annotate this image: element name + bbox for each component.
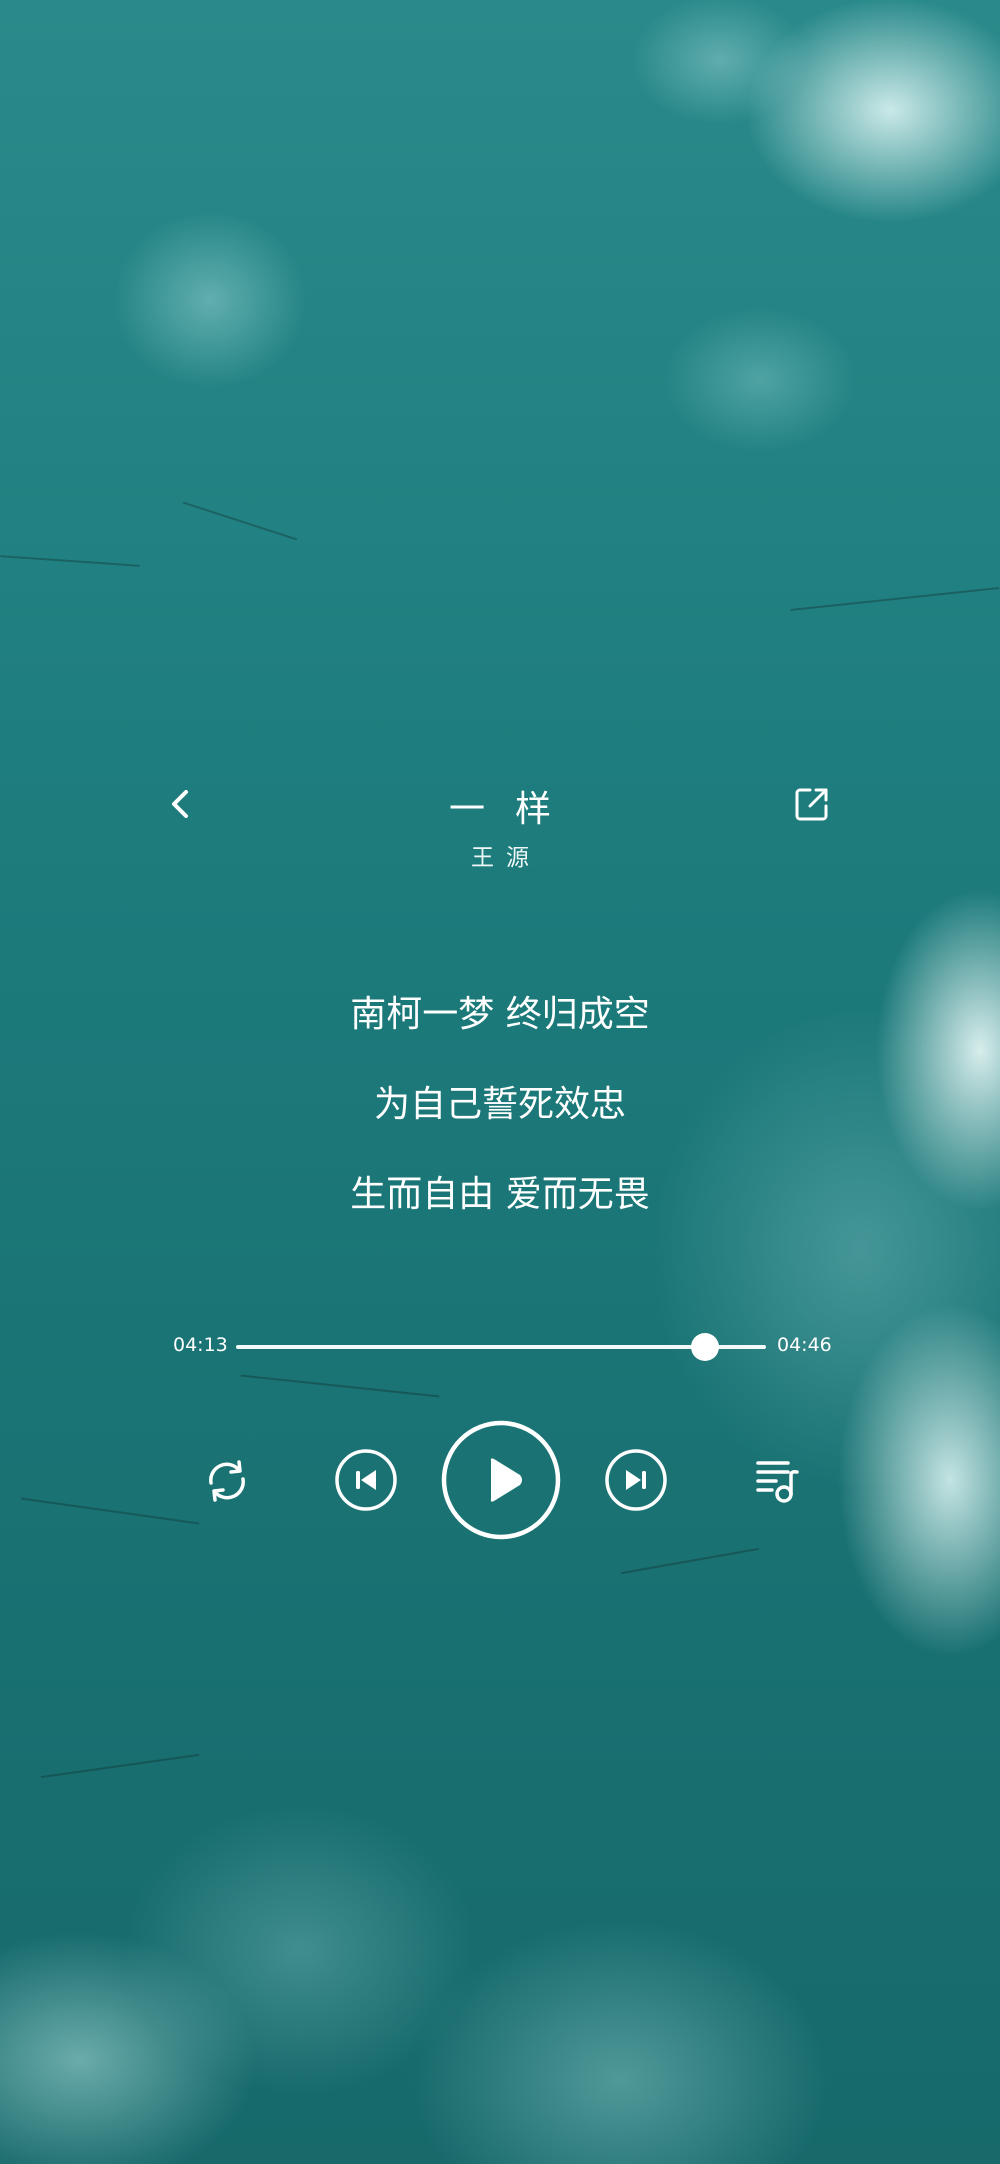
lyric-line: 为自己誓死效忠: [373, 1084, 626, 1125]
wall-crack: [182, 501, 298, 541]
share-external-icon: [795, 788, 828, 821]
playlist-button[interactable]: [752, 1453, 808, 1509]
artist-name: 王源: [471, 845, 541, 871]
wall-crack: [0, 555, 140, 567]
chevron-left-icon: [172, 790, 188, 818]
playlist-icon: [756, 1461, 799, 1503]
wall-crack: [790, 587, 1000, 611]
wall-crack: [620, 1547, 760, 1575]
total-time: 04:46: [777, 1334, 832, 1356]
repeat-icon: [209, 1460, 245, 1502]
progress-bar[interactable]: [236, 1345, 766, 1349]
song-title: 一样: [448, 789, 581, 830]
lyric-line: 南柯一梦 终归成空: [350, 994, 650, 1035]
repeat-button[interactable]: [199, 1453, 255, 1509]
play-icon: [441, 1420, 561, 1540]
next-track-icon: [605, 1449, 667, 1511]
share-button[interactable]: [790, 782, 834, 826]
previous-button[interactable]: [334, 1448, 398, 1512]
wall-crack: [40, 1753, 200, 1779]
current-time: 04:13: [173, 1334, 228, 1356]
back-button[interactable]: [160, 782, 204, 826]
next-button[interactable]: [604, 1448, 668, 1512]
previous-track-icon: [335, 1449, 397, 1511]
wall-crack: [240, 1374, 440, 1398]
music-player-screen: 一样 王源 南柯一梦 终归成空 为自己誓死效忠 生而自由 爱而无畏 04:13 …: [0, 0, 1000, 2164]
play-button[interactable]: [440, 1419, 562, 1541]
lyric-line: 生而自由 爱而无畏: [350, 1174, 650, 1215]
wall-crack: [20, 1497, 200, 1525]
progress-handle[interactable]: [691, 1333, 720, 1361]
